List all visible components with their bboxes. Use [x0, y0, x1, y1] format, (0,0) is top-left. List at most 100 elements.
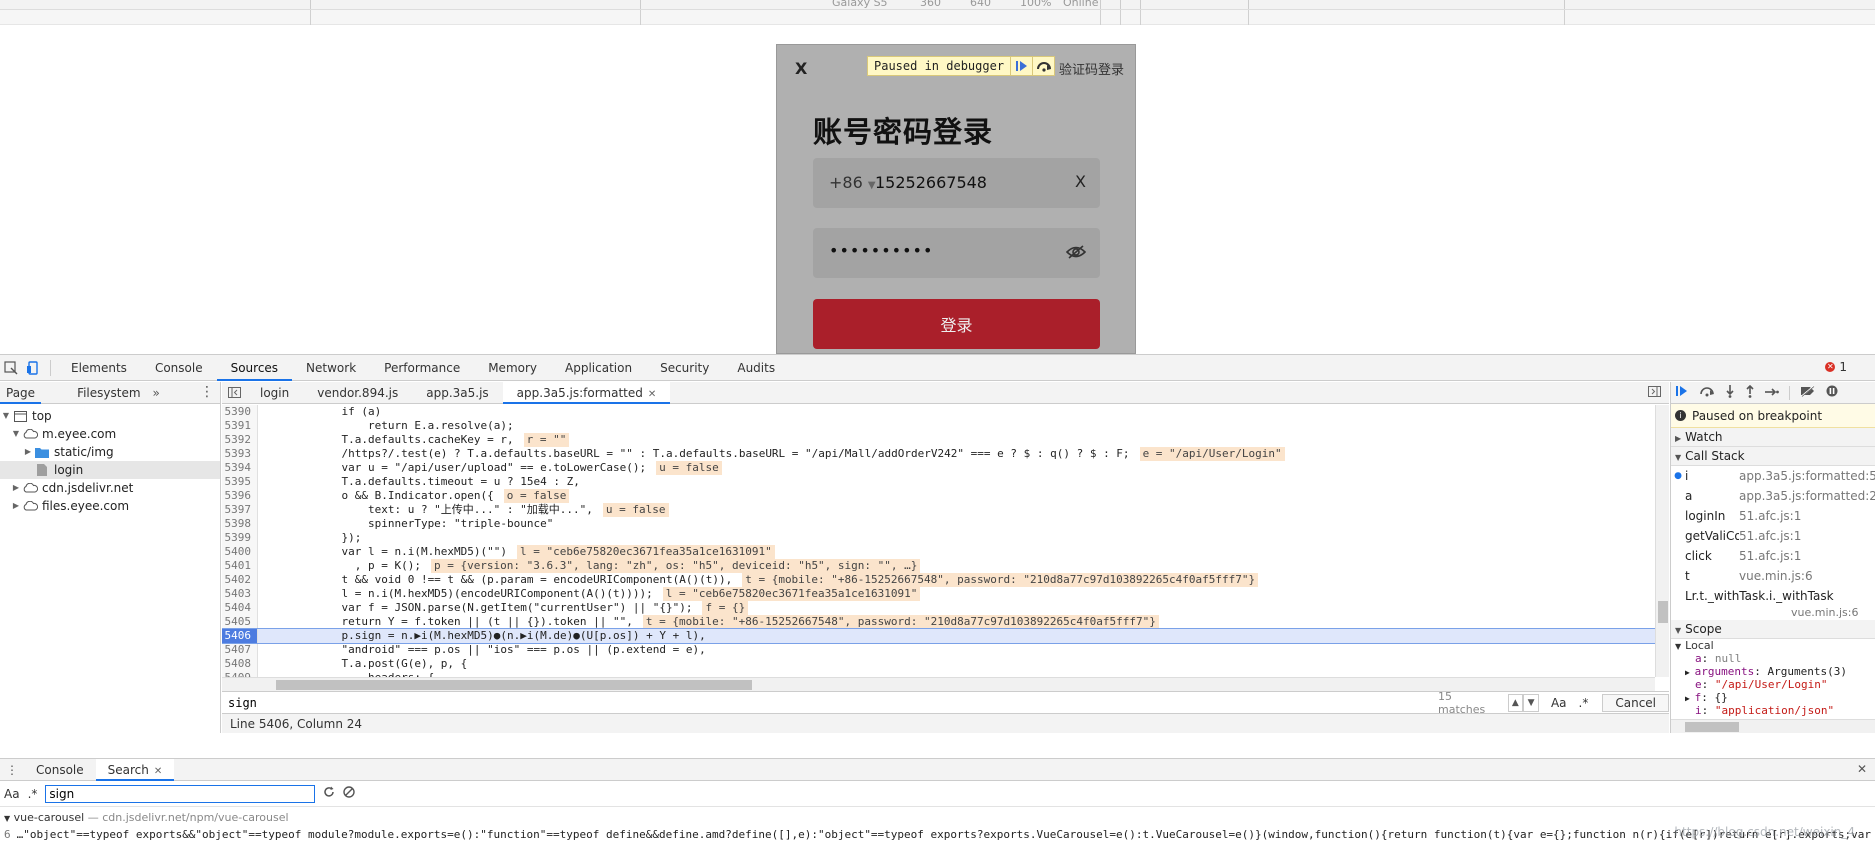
line-number[interactable]: 5399 — [222, 531, 258, 545]
eye-hidden-icon[interactable] — [1065, 244, 1087, 263]
line-number[interactable]: 5405 — [222, 615, 258, 629]
scope-variable[interactable]: ▶ f: {} — [1671, 691, 1875, 704]
code-line[interactable]: 5401 , p = K(); p = {version: "3.6.3", la… — [222, 559, 1669, 573]
expand-icon[interactable]: ▼ — [10, 425, 22, 443]
line-number[interactable]: 5408 — [222, 657, 258, 671]
expand-icon[interactable]: ▶ — [1685, 694, 1695, 703]
regex-button[interactable]: .* — [28, 787, 38, 801]
call-frame[interactable]: loginIn 51.afc.js:1 — [1671, 506, 1875, 526]
password-input[interactable]: •••••••••• — [829, 241, 933, 260]
section-call-stack[interactable]: ▼ Call Stack — [1671, 447, 1875, 466]
line-number[interactable]: 5392 — [222, 433, 258, 447]
code-line[interactable]: 5400 var l = n.i(M.hexMD5)("") l = "ceb6e… — [222, 545, 1669, 559]
country-code-select[interactable]: +86 ▼ — [829, 173, 876, 192]
width-input[interactable]: 360 — [920, 0, 941, 9]
line-number[interactable]: 5394 — [222, 461, 258, 475]
code-line[interactable]: 5407 "android" === p.os || "ios" === p.o… — [222, 643, 1669, 657]
sms-code-login-link[interactable]: 验证码登录 — [1059, 59, 1124, 78]
phone-input[interactable]: 15252667548 — [875, 173, 987, 192]
tab-security[interactable]: Security — [646, 355, 723, 381]
code-line[interactable]: 5396 o && B.Indicator.open({o = false — [222, 489, 1669, 503]
pause-on-exceptions-icon[interactable] — [1826, 385, 1838, 400]
scrollbar-thumb[interactable] — [1658, 601, 1668, 623]
line-number[interactable]: 5396 — [222, 489, 258, 503]
search-result-file[interactable]: ▼ vue-carousel — cdn.jsdelivr.net/npm/vu… — [0, 811, 1875, 825]
height-input[interactable]: 640 — [970, 0, 991, 9]
close-icon[interactable]: ✕ — [154, 766, 162, 777]
next-match-button[interactable]: ▼ — [1523, 693, 1539, 712]
tab-audits[interactable]: Audits — [723, 355, 789, 381]
step-out-icon[interactable] — [1745, 384, 1755, 401]
step-over-icon[interactable] — [1032, 57, 1054, 75]
clear-icon[interactable] — [343, 786, 356, 801]
regex-button[interactable]: .* — [1579, 696, 1589, 710]
tree-item-folder[interactable]: ▶ static/img — [0, 443, 220, 461]
line-number[interactable]: 5395 — [222, 475, 258, 489]
step-over-icon[interactable] — [1699, 385, 1715, 400]
call-frame[interactable]: click 51.afc.js:1 — [1671, 546, 1875, 566]
call-frame[interactable]: getValiCode51.afc.js:1 — [1671, 526, 1875, 546]
device-select[interactable]: Galaxy S5 — [832, 0, 888, 9]
horizontal-scrollbar[interactable] — [1671, 719, 1875, 733]
line-number[interactable]: 5404 — [222, 601, 258, 615]
device-toolbar-icon[interactable] — [22, 357, 44, 379]
code-line[interactable]: 5408 T.a.post(G(e), p, { — [222, 657, 1669, 671]
more-options-icon[interactable]: ⋮ — [200, 384, 214, 400]
collapse-icon[interactable]: ▶ — [10, 479, 22, 497]
code-line[interactable]: 5406 p.sign = n.▶i(M.hexMD5)●(n.▶i(M.de)… — [222, 628, 1669, 644]
call-frame[interactable]: ●i app.3a5.js:formatted:5406 — [1671, 466, 1875, 486]
clear-phone-button[interactable]: X — [1075, 172, 1086, 191]
tab-application[interactable]: Application — [551, 355, 646, 381]
code-line[interactable]: 5394 var u = "/api/user/upload" == e.toL… — [222, 461, 1669, 475]
line-number[interactable]: 5406 — [222, 629, 258, 643]
tab-network[interactable]: Network — [292, 355, 370, 381]
code-line[interactable]: 5398 spinnerType: "triple-bounce" — [222, 517, 1669, 531]
scope-variable[interactable]: a: null — [1671, 652, 1875, 665]
find-input[interactable] — [222, 692, 1438, 713]
code-line[interactable]: 5393 /https?/.test(e) ? T.a.defaults.bas… — [222, 447, 1669, 461]
page-close-button[interactable]: X — [795, 59, 807, 78]
close-drawer-icon[interactable]: ✕ — [1857, 762, 1867, 776]
step-icon[interactable] — [1765, 386, 1779, 400]
scope-variable[interactable]: e: "/api/User/Login" — [1671, 678, 1875, 691]
scrollbar-thumb[interactable] — [276, 680, 752, 690]
previous-match-button[interactable]: ▲ — [1507, 693, 1524, 712]
toggle-navigator-icon[interactable] — [222, 387, 246, 398]
file-tab-app-formatted[interactable]: app.3a5.js:formatted ✕ — [502, 381, 671, 404]
phone-field[interactable]: +86 ▼ 15252667548 X — [813, 158, 1100, 208]
step-into-icon[interactable] — [1725, 384, 1735, 401]
close-icon[interactable]: ✕ — [648, 389, 656, 400]
scope-local[interactable]: ▼ Local — [1671, 639, 1875, 652]
code-line[interactable]: 5405 return Y = f.token || (t || {}).tok… — [222, 615, 1669, 629]
inspect-element-icon[interactable] — [0, 357, 22, 379]
toggle-debugger-icon[interactable] — [1648, 386, 1661, 400]
code-line[interactable]: 5392 T.a.defaults.cacheKey = r, r = "" — [222, 433, 1669, 447]
source-code[interactable]: 5390 if (a) 5391 return E.a.resolve(a); 53… — [222, 405, 1669, 677]
tab-elements[interactable]: Elements — [57, 355, 141, 381]
login-button[interactable]: 登录 — [813, 299, 1100, 349]
line-number[interactable]: 5390 — [222, 405, 258, 419]
tab-console[interactable]: Console — [24, 759, 96, 781]
refresh-icon[interactable] — [323, 786, 335, 801]
search-input[interactable] — [45, 784, 316, 803]
tab-filesystem[interactable]: Filesystem — [71, 382, 146, 404]
file-tab-vendor[interactable]: vendor.894.js — [303, 382, 412, 404]
call-frame[interactable]: Lr.t._withTask.i._withTask — [1671, 586, 1875, 606]
match-case-button[interactable]: Aa — [1551, 696, 1567, 710]
line-number[interactable]: 5403 — [222, 587, 258, 601]
code-line[interactable]: 5391 return E.a.resolve(a); — [222, 419, 1669, 433]
tree-item-file[interactable]: login — [0, 461, 220, 479]
scope-variable[interactable]: ▶ arguments: Arguments(3) — [1671, 665, 1875, 678]
line-number[interactable]: 5400 — [222, 545, 258, 559]
tree-item-domain[interactable]: ▼ m.eyee.com — [0, 425, 220, 443]
tab-memory[interactable]: Memory — [474, 355, 551, 381]
line-number[interactable]: 5397 — [222, 503, 258, 517]
scope-variable[interactable]: i: "application/json" — [1671, 704, 1875, 717]
error-counter[interactable]: ✕ 1 — [1825, 360, 1847, 374]
call-frame[interactable]: a app.3a5.js:formatted:2898 — [1671, 486, 1875, 506]
zoom-select[interactable]: 100% — [1020, 0, 1051, 9]
call-frame[interactable]: t vue.min.js:6 — [1671, 566, 1875, 586]
section-watch[interactable]: ▶ Watch — [1671, 428, 1875, 447]
code-line[interactable]: 5399 }); — [222, 531, 1669, 545]
scrollbar-thumb[interactable] — [1685, 722, 1739, 732]
